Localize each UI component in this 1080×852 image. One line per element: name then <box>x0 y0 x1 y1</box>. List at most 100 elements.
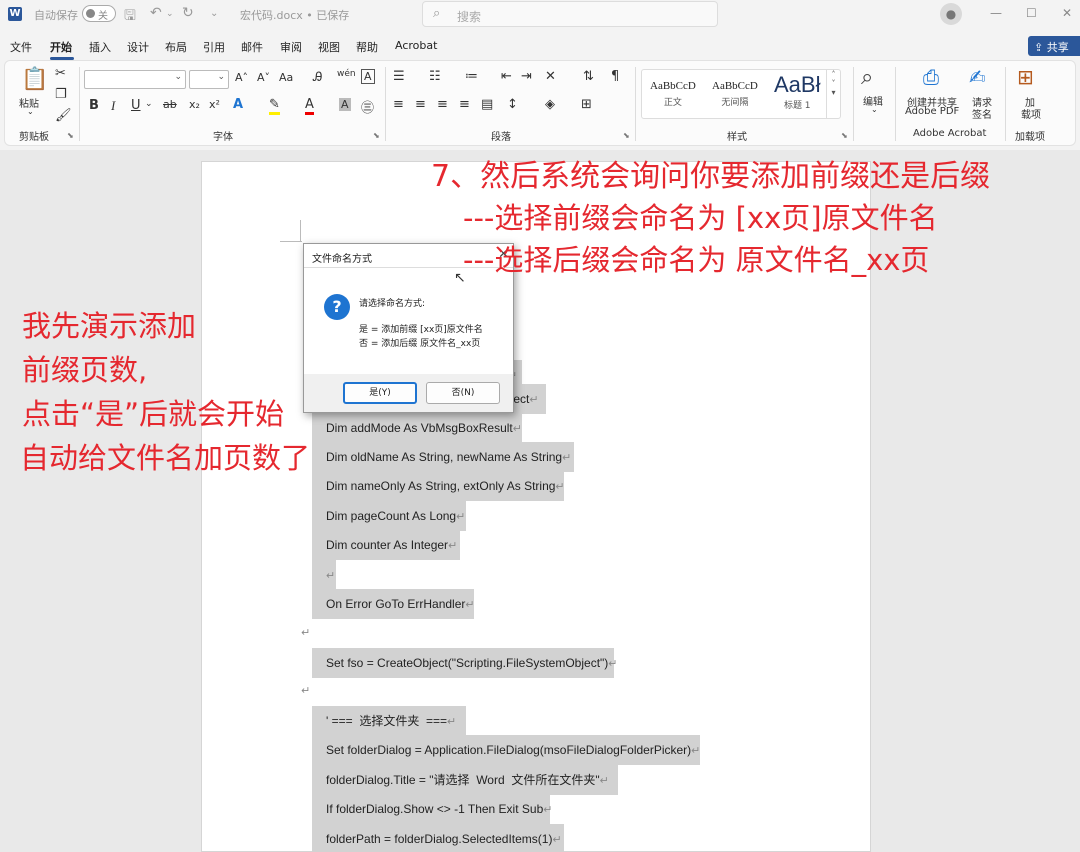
code-text: Dim oldName As String, newName As String <box>326 450 563 464</box>
autosave-toggle[interactable]: 关 <box>82 5 116 22</box>
tab-insert[interactable]: 插入 <box>89 39 111 55</box>
align-right-icon[interactable]: ≡ <box>437 97 448 112</box>
font-size-select[interactable]: ⌄ <box>189 70 229 89</box>
redo-icon[interactable]: ↻ <box>182 5 194 21</box>
style-heading-1[interactable]: AaBł 标题 1 <box>774 72 820 111</box>
underline-icon[interactable]: U <box>131 98 141 113</box>
font-name-select[interactable]: ⌄ <box>84 70 186 89</box>
create-pdf-icon[interactable]: ⎙ <box>923 65 939 89</box>
style-normal[interactable]: AaBbCcD 正文 <box>650 80 696 108</box>
close-icon[interactable]: ✕ <box>1062 6 1072 20</box>
find-icon[interactable]: ⌕ <box>861 65 873 90</box>
line-spacing-icon[interactable]: ↕ <box>507 97 518 112</box>
styles-scroll[interactable]: ˄ ˅ ▾ <box>826 70 840 118</box>
code-line[interactable]: On Error GoTo ErrHandler↵ <box>312 589 475 619</box>
code-line[interactable]: ' === 选择文件夹 ===↵ <box>312 706 466 736</box>
code-line[interactable]: Set fso = CreateObject("Scripting.FileSy… <box>312 648 618 678</box>
font-color-icon[interactable]: A <box>305 97 314 115</box>
tab-references[interactable]: 引用 <box>203 39 225 55</box>
maximize-icon[interactable]: ☐ <box>1026 6 1037 20</box>
avatar[interactable]: ● <box>940 3 962 25</box>
paragraph-group-label: 段落 <box>491 132 511 143</box>
tab-design[interactable]: 设计 <box>127 39 149 55</box>
tab-mailings[interactable]: 邮件 <box>241 39 263 55</box>
italic-icon[interactable]: I <box>111 98 115 114</box>
sort-icon[interactable]: ⇅ <box>583 69 594 84</box>
format-painter-icon[interactable]: 🖌 <box>55 108 72 123</box>
autosave-state: 关 <box>98 11 108 22</box>
tab-layout[interactable]: 布局 <box>165 39 187 55</box>
code-line[interactable]: Dim oldName As String, newName As String… <box>312 442 574 472</box>
borders-icon[interactable]: ⊞ <box>581 97 592 112</box>
align-center-icon[interactable]: ≡ <box>415 97 426 112</box>
show-marks-icon[interactable]: ¶ <box>611 69 619 84</box>
code-line[interactable]: If folderDialog.Show <> -1 Then Exit Sub… <box>312 794 552 824</box>
enclose-character-icon[interactable]: ㊂ <box>361 97 374 116</box>
character-shading-icon[interactable]: A <box>339 98 351 111</box>
code-line[interactable]: Dim pageCount As Long↵ <box>312 501 466 531</box>
paragraph-launcher-icon[interactable]: ⬊ <box>623 131 630 140</box>
tab-home[interactable]: 开始 <box>50 39 72 55</box>
bold-icon[interactable]: B <box>89 98 99 113</box>
highlight-icon[interactable]: ✎ <box>269 97 280 115</box>
undo-icon[interactable]: ↶ <box>150 5 162 21</box>
code-line[interactable]: Set folderDialog = Application.FileDialo… <box>312 735 700 765</box>
copy-icon[interactable]: ❐ <box>55 87 67 102</box>
shrink-font-icon[interactable]: A˅ <box>257 71 270 84</box>
cut-icon[interactable]: ✂ <box>55 66 66 81</box>
grow-font-icon[interactable]: A˄ <box>235 71 248 84</box>
request-signature-icon[interactable]: ✍ <box>969 65 986 89</box>
document-name[interactable]: 宏代码.docx • 已保存 <box>240 7 349 23</box>
tab-review[interactable]: 审阅 <box>280 39 302 55</box>
strikethrough-icon[interactable]: ab <box>163 98 177 111</box>
clipboard-launcher-icon[interactable]: ⬊ <box>67 131 74 140</box>
styles-launcher-icon[interactable]: ⬊ <box>841 131 848 140</box>
code-line[interactable]: Dim nameOnly As String, extOnly As Strin… <box>312 471 565 501</box>
paste-dropdown-icon[interactable]: ⌄ <box>27 107 34 116</box>
tab-file[interactable]: 文件 <box>10 39 32 55</box>
text-effects-icon[interactable]: A <box>233 97 243 112</box>
change-case-icon[interactable]: Aa <box>279 71 293 84</box>
tab-view[interactable]: 视图 <box>318 39 340 55</box>
add-ins-label-2[interactable]: 载项 <box>1021 106 1041 121</box>
request-sign-label-2[interactable]: 签名 <box>972 106 992 121</box>
multilevel-list-icon[interactable]: ≔ <box>465 69 478 84</box>
yes-button[interactable]: 是(Y) <box>343 382 417 404</box>
save-icon[interactable]: 🖫 <box>124 5 136 29</box>
numbering-icon[interactable]: ☷ <box>429 69 441 84</box>
code-line[interactable]: Dim counter As Integer↵ <box>312 530 460 560</box>
code-line[interactable]: folderDialog.Title = "请选择 Word 文件所在文件夹"↵ <box>312 765 618 795</box>
superscript-icon[interactable]: x² <box>209 98 220 111</box>
tab-acrobat[interactable]: Acrobat <box>395 39 437 52</box>
share-button[interactable]: ⇪ 共享 <box>1028 36 1080 56</box>
pinyin-guide-icon[interactable]: wén <box>337 69 356 79</box>
justify-icon[interactable]: ≡ <box>459 97 470 112</box>
search-input[interactable]: ⌕ 搜索 <box>422 1 718 27</box>
chevron-down-icon[interactable]: ⌄ <box>871 105 878 114</box>
code-line[interactable]: Dim addMode As VbMsgBoxResult↵ <box>312 413 522 443</box>
code-line[interactable]: ↵ <box>312 560 336 590</box>
font-launcher-icon[interactable]: ⬊ <box>373 131 380 140</box>
increase-indent-icon[interactable]: ⇥ <box>521 69 532 84</box>
undo-dropdown-icon[interactable]: ⌄ <box>166 9 174 19</box>
chinese-layout-icon[interactable]: ✕ <box>545 69 556 84</box>
style-no-spacing[interactable]: AaBbCcD 无间隔 <box>712 80 758 108</box>
create-pdf-label-2[interactable]: Adobe PDF <box>905 106 959 117</box>
align-left-icon[interactable]: ≡ <box>393 97 404 112</box>
minimize-icon[interactable]: — <box>990 6 1002 20</box>
add-ins-icon[interactable]: ⊞ <box>1017 65 1034 89</box>
character-border-icon[interactable]: A <box>361 69 375 84</box>
customize-toolbar-icon[interactable]: ⌄ <box>210 8 218 19</box>
distributed-icon[interactable]: ▤ <box>481 97 493 112</box>
tab-help[interactable]: 帮助 <box>356 39 378 55</box>
shading-icon[interactable]: ◈ <box>545 97 555 112</box>
no-button[interactable]: 否(N) <box>426 382 500 404</box>
code-line[interactable]: folderPath = folderDialog.SelectedItems(… <box>312 824 564 852</box>
subscript-icon[interactable]: x₂ <box>189 98 200 111</box>
paste-icon[interactable]: 📋 <box>21 67 48 92</box>
bullets-icon[interactable]: ☰ <box>393 69 405 84</box>
clear-format-icon[interactable]: Ꭿ <box>313 70 322 85</box>
underline-dropdown-icon[interactable]: ⌄ <box>145 99 153 109</box>
style-name: 无间隔 <box>721 98 749 108</box>
decrease-indent-icon[interactable]: ⇤ <box>501 69 512 84</box>
